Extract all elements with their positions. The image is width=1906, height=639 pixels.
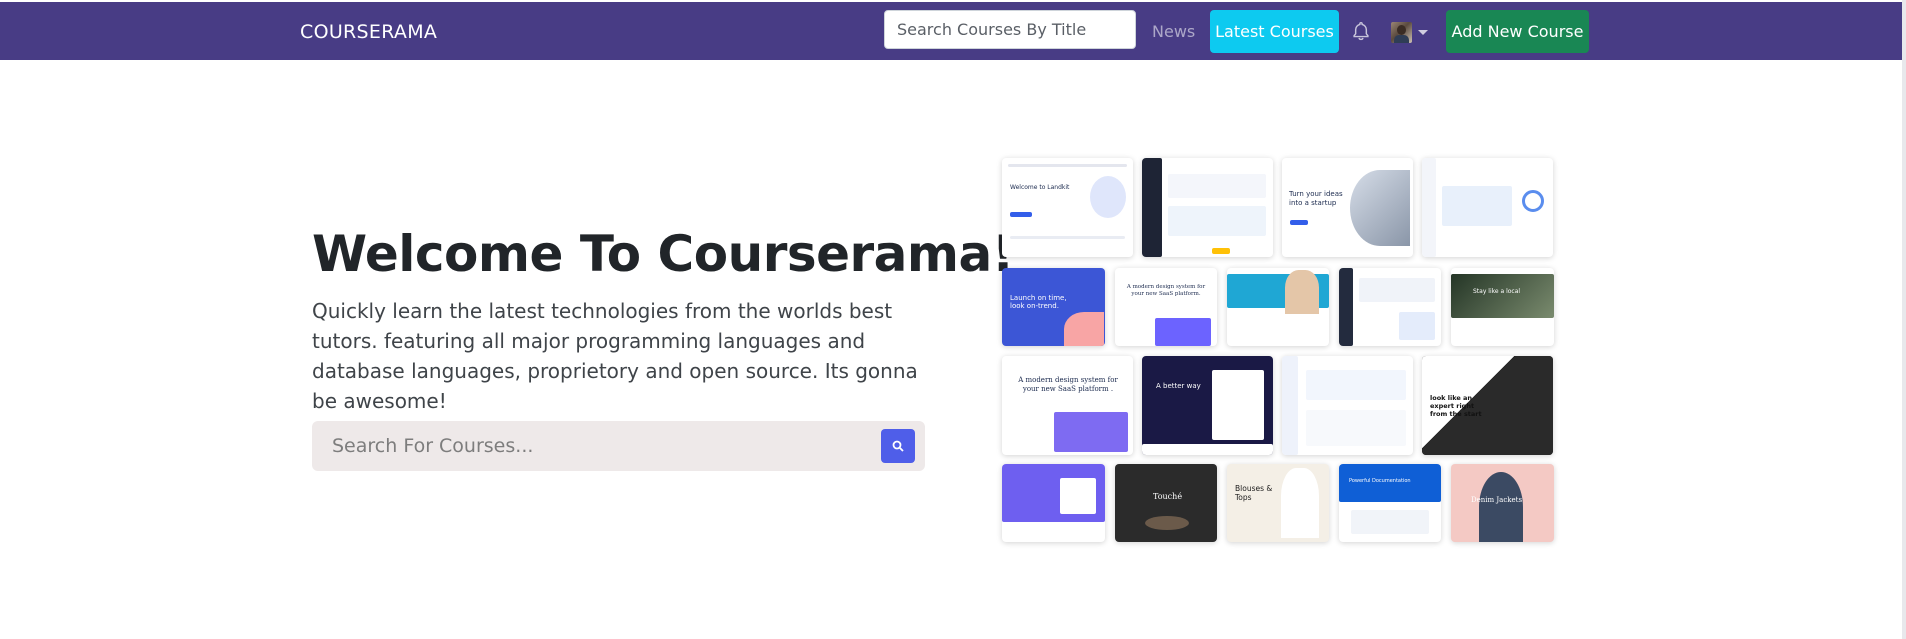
caret-down-icon[interactable] [1418, 30, 1428, 35]
navbar: COURSERAMA News Latest Courses Add New C… [0, 2, 1902, 60]
scrollbar-track[interactable] [1902, 0, 1906, 639]
preview-tile: Powerful Documentation [1339, 464, 1441, 542]
bell-icon[interactable] [1352, 21, 1370, 41]
search-icon [892, 440, 904, 452]
preview-tile: look like an expert right from the start [1422, 356, 1553, 455]
preview-tile: Launch on time, look on-trend. [1002, 268, 1105, 346]
hero-search [312, 421, 925, 471]
add-new-course-button[interactable]: Add New Course [1446, 10, 1589, 53]
hero-lead: Quickly learn the latest technologies fr… [312, 299, 918, 413]
latest-courses-button[interactable]: Latest Courses [1210, 10, 1339, 53]
course-search-input[interactable] [312, 421, 872, 471]
preview-tile [1339, 268, 1441, 346]
preview-tile: Touché [1115, 464, 1217, 542]
preview-tile: Turn your ideas into a startup [1282, 158, 1413, 257]
preview-tile [1142, 158, 1273, 257]
user-menu[interactable] [1391, 22, 1431, 44]
preview-tile: Stay like a local [1451, 268, 1554, 346]
hero-title: Welcome To Courserama! [312, 225, 1015, 283]
preview-tile: A modern design system for your new SaaS… [1115, 268, 1217, 346]
search-button[interactable] [881, 429, 915, 463]
nav-link-news[interactable]: News [1152, 22, 1195, 41]
preview-tile: Blouses & Tops [1227, 464, 1329, 542]
preview-tile [1227, 268, 1329, 346]
nav-search-input[interactable] [884, 10, 1136, 49]
preview-tile [1282, 356, 1413, 455]
preview-tile [1422, 158, 1553, 257]
brand-logo[interactable]: COURSERAMA [300, 21, 437, 43]
preview-tile: A modern design system for your new SaaS… [1002, 356, 1133, 455]
preview-tile: A better way [1142, 356, 1273, 455]
preview-tile: Denim Jackets [1451, 464, 1554, 542]
avatar[interactable] [1391, 22, 1412, 43]
theme-preview-mosaic: Welcome to Landkit Turn your ideas into … [1002, 158, 1554, 544]
preview-tile: Welcome to Landkit [1002, 158, 1133, 257]
preview-tile [1002, 464, 1105, 542]
